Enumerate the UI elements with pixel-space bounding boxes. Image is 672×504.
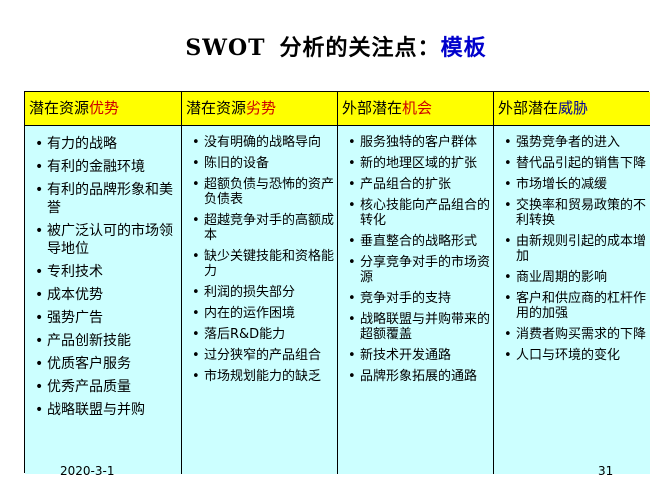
list-item: 有利的品牌形象和美誉 [35,181,179,217]
title-prefix: SWOT [185,35,266,61]
header-opportunities-prefix: 外部潜在 [342,99,403,117]
list-item: 服务独特的客户群体 [348,135,491,150]
list-item: 核心技能向产品组合的转化 [348,198,491,228]
list-item: 超额负债与恐怖的资产负债表 [192,177,335,207]
header-threats-prefix: 外部潜在 [498,99,559,117]
list-item: 竞争对手的支持 [348,291,491,306]
list-item: 垂直整合的战略形式 [348,234,491,249]
list-item: 成本优势 [35,286,179,304]
header-threats: 外部潜在威胁 [494,92,650,126]
list-item: 人口与环境的变化 [504,348,648,363]
list-item: 陈旧的设备 [192,156,335,171]
header-opportunities-accent: 机会 [402,99,433,117]
list-item: 由新规则引起的成本增加 [504,234,648,264]
header-opportunities: 外部潜在机会 [338,92,494,126]
strengths-column: 有力的战略有利的金融环境有利的品牌形象和美誉被广泛认可的市场领导地位专利技术成本… [25,126,182,474]
header-weaknesses-prefix: 潜在资源 [186,99,247,117]
list-item: 没有明确的战略导向 [192,135,335,150]
threats-list: 强势竞争者的进入替代品引起的销售下降市场增长的减缓交换率和贸易政策的不利转换由新… [504,135,648,363]
list-item: 优质客户服务 [35,355,179,373]
list-item: 有力的战略 [35,135,179,153]
list-item: 替代品引起的销售下降 [504,156,648,171]
list-item: 超越竞争对手的高额成本 [192,213,335,243]
list-item: 专利技术 [35,263,179,281]
list-item: 客户和供应商的杠杆作用的加强 [504,291,648,321]
list-item: 落后R&D能力 [192,327,335,342]
opportunities-list: 服务独特的客户群体新的地理区域的扩张产品组合的扩张核心技能向产品组合的转化垂直整… [348,135,491,384]
header-weaknesses-accent: 劣势 [246,99,277,117]
list-item: 商业周期的影响 [504,270,648,285]
swot-table: 潜在资源优势 潜在资源劣势 外部潜在机会 外部潜在威胁 有力的战略有利的金融环境… [24,91,650,474]
list-item: 利润的损失部分 [192,285,335,300]
list-item: 消费者购买需求的下降 [504,327,648,342]
list-item: 产品创新技能 [35,332,179,350]
list-item: 强势竞争者的进入 [504,135,648,150]
slide-title: SWOT 分析的关注点：模板 [0,30,672,62]
list-item: 新技术开发通路 [348,348,491,363]
list-item: 有利的金融环境 [35,158,179,176]
weaknesses-column: 没有明确的战略导向陈旧的设备超额负债与恐怖的资产负债表超越竞争对手的高额成本缺少… [182,126,338,474]
header-strengths-accent: 优势 [89,99,120,117]
list-item: 优秀产品质量 [35,378,179,396]
header-strengths-prefix: 潜在资源 [29,99,90,117]
list-item: 品牌形象拓展的通路 [348,369,491,384]
page-number: 31 [598,464,614,478]
list-item: 强势广告 [35,309,179,327]
list-item: 战略联盟与并购 [35,401,179,419]
strengths-list: 有力的战略有利的金融环境有利的品牌形象和美誉被广泛认可的市场领导地位专利技术成本… [35,135,179,419]
header-threats-accent: 威胁 [558,99,589,117]
footer-date: 2020-3-1 [60,464,115,478]
header-strengths: 潜在资源优势 [25,92,182,126]
list-item: 战略联盟与并购带来的超额覆盖 [348,312,491,342]
opportunities-column: 服务独特的客户群体新的地理区域的扩张产品组合的扩张核心技能向产品组合的转化垂直整… [338,126,494,474]
list-item: 产品组合的扩张 [348,177,491,192]
list-item: 分享竞争对手的市场资源 [348,255,491,285]
list-item: 新的地理区域的扩张 [348,156,491,171]
header-weaknesses: 潜在资源劣势 [182,92,338,126]
weaknesses-list: 没有明确的战略导向陈旧的设备超额负债与恐怖的资产负债表超越竞争对手的高额成本缺少… [192,135,335,384]
list-item: 内在的运作困境 [192,306,335,321]
list-item: 被广泛认可的市场领导地位 [35,222,179,258]
list-item: 缺少关键技能和资格能力 [192,249,335,279]
list-item: 过分狭窄的产品组合 [192,348,335,363]
title-accent: 模板 [440,36,487,61]
list-item: 交换率和贸易政策的不利转换 [504,198,648,228]
list-item: 市场增长的减缓 [504,177,648,192]
title-main: 分析的关注点： [279,36,441,61]
threats-column: 强势竞争者的进入替代品引起的销售下降市场增长的减缓交换率和贸易政策的不利转换由新… [494,126,650,474]
list-item: 市场规划能力的缺乏 [192,369,335,384]
